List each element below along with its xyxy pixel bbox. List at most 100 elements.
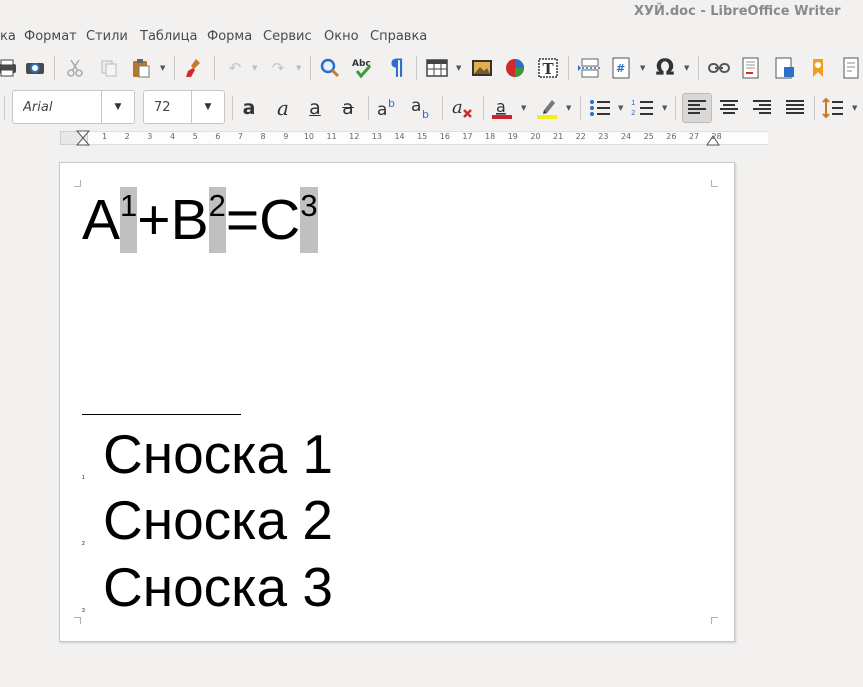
line-spacing-icon[interactable] <box>820 95 846 121</box>
horizontal-ruler[interactable]: 1 2 3 4 5 6 7 8 9 10 11 12 13 14 15 16 17 18 19 20 21 22 23 24 2… <box>60 130 768 146</box>
footnote-text[interactable]: Сноска 1 <box>103 421 333 487</box>
bold-icon[interactable]: a <box>236 95 262 121</box>
standard-toolbar: ▼ ↶ ▼ ↷ ▼ Abc ¶ ▼ T # ▼ Ω ▼ <box>0 48 863 88</box>
menu-item-tools[interactable]: Сервис <box>263 29 312 44</box>
menu-item-table[interactable]: Таблица <box>140 29 198 44</box>
toolbar-separator <box>174 56 175 80</box>
ruler-number: 25 <box>643 132 654 141</box>
ruler-number: 22 <box>575 132 586 141</box>
font-name-dropdown-icon[interactable]: ▼ <box>101 91 134 123</box>
strikethrough-icon[interactable]: a <box>335 95 361 121</box>
formatting-marks-icon[interactable]: ¶ <box>384 55 410 81</box>
undo-dropdown-icon[interactable]: ▼ <box>252 64 257 72</box>
formula-c: C <box>259 188 301 252</box>
formula-paragraph[interactable]: A1+B2=C3 <box>82 187 318 253</box>
footnote-text[interactable]: Сноска 2 <box>103 487 333 553</box>
superscript-icon[interactable]: ab <box>375 95 401 121</box>
insert-page-break-icon[interactable] <box>576 55 602 81</box>
footnote-anchor-2[interactable]: 2 <box>208 187 226 253</box>
insert-field-dropdown-icon[interactable]: ▼ <box>640 64 645 72</box>
insert-endnote-icon[interactable] <box>772 55 798 81</box>
highlight-color-icon[interactable] <box>534 95 560 121</box>
bulleted-list-icon[interactable] <box>587 95 613 121</box>
underline-icon[interactable]: a <box>302 95 328 121</box>
font-color-icon[interactable]: a <box>489 95 515 121</box>
redo-dropdown-icon[interactable]: ▼ <box>296 64 301 72</box>
numbered-list-icon[interactable]: 12 <box>630 95 656 121</box>
ruler-number: 15 <box>417 132 428 141</box>
svg-text:2: 2 <box>631 109 635 117</box>
ruler-number: 3 <box>147 132 153 141</box>
toolbar-separator <box>568 56 569 80</box>
print-icon[interactable] <box>0 55 20 81</box>
special-character-dropdown-icon[interactable]: ▼ <box>684 64 689 72</box>
footnote-mark: 1 <box>82 475 85 481</box>
redo-icon[interactable]: ↷ <box>265 55 291 81</box>
insert-chart-icon[interactable] <box>502 55 528 81</box>
clone-formatting-icon[interactable] <box>182 55 208 81</box>
ruler-number: 6 <box>215 132 221 141</box>
ruler-number: 20 <box>530 132 541 141</box>
toolbar-separator <box>214 56 215 80</box>
insert-field-icon[interactable]: # <box>608 55 634 81</box>
font-size-dropdown-icon[interactable]: ▼ <box>191 91 224 123</box>
ruler-number: 12 <box>349 132 360 141</box>
footnote-anchor-1[interactable]: 1 <box>120 187 138 253</box>
svg-text:T: T <box>543 60 555 78</box>
menu-item-form[interactable]: Форма <box>207 29 252 44</box>
cut-icon[interactable] <box>62 55 88 81</box>
ruler-number: 21 <box>553 132 564 141</box>
svg-text:a: a <box>411 97 421 116</box>
ruler-number: 10 <box>303 132 315 141</box>
insert-table-dropdown-icon[interactable]: ▼ <box>456 64 461 72</box>
insert-textbox-icon[interactable]: T <box>535 55 561 81</box>
font-size-combo[interactable]: ▼ <box>143 90 225 124</box>
insert-table-icon[interactable] <box>424 55 450 81</box>
ruler-number: 14 <box>394 132 405 141</box>
menu-item-help[interactable]: Справка <box>370 29 427 44</box>
first-line-indent-icon[interactable] <box>75 130 91 146</box>
insert-image-icon[interactable] <box>469 55 495 81</box>
font-size-input[interactable] <box>152 99 192 116</box>
print-preview-icon[interactable] <box>22 55 48 81</box>
insert-hyperlink-icon[interactable] <box>706 55 732 81</box>
undo-icon[interactable]: ↶ <box>222 55 248 81</box>
insert-footnote-icon[interactable] <box>738 55 764 81</box>
align-center-icon[interactable] <box>716 95 742 121</box>
menu-item-window[interactable]: Окно <box>324 29 359 44</box>
subscript-icon[interactable]: ab <box>409 95 435 121</box>
svg-text:b: b <box>422 108 429 119</box>
ruler-number: 18 <box>485 132 496 141</box>
font-name-input[interactable] <box>21 99 101 116</box>
document-page[interactable]: A1+B2=C3 1 Сноска 1 2 Сноска 2 3 Сноска … <box>59 162 735 642</box>
svg-text:1: 1 <box>631 99 635 107</box>
ruler-number: 17 <box>462 132 473 141</box>
ruler-number: 28 <box>711 132 722 141</box>
paste-dropdown-icon[interactable]: ▼ <box>160 64 165 72</box>
clear-formatting-icon[interactable]: a <box>450 95 476 121</box>
formula-plus: + <box>137 188 171 252</box>
menu-item-edit[interactable]: ка <box>0 29 16 44</box>
footnote-mark: 2 <box>82 541 85 547</box>
copy-icon[interactable] <box>96 55 122 81</box>
text-boundary-corner <box>74 617 81 624</box>
text-boundary-corner <box>74 180 81 187</box>
special-character-icon[interactable]: Ω <box>652 55 678 81</box>
toolbar-separator <box>54 56 55 80</box>
insert-cross-reference-icon[interactable] <box>838 55 863 81</box>
ruler-number: 27 <box>688 132 700 141</box>
font-name-combo[interactable]: ▼ <box>12 90 135 124</box>
menu-item-styles[interactable]: Стили <box>86 29 128 44</box>
insert-bookmark-icon[interactable] <box>805 55 831 81</box>
spelling-icon[interactable]: Abc <box>350 55 376 81</box>
justify-icon[interactable] <box>782 95 808 121</box>
align-right-icon[interactable] <box>749 95 775 121</box>
paste-icon[interactable] <box>128 55 154 81</box>
menu-item-format[interactable]: Формат <box>24 29 77 44</box>
footnote-anchor-3[interactable]: 3 <box>300 187 318 253</box>
find-replace-icon[interactable] <box>317 55 343 81</box>
align-left-icon[interactable] <box>682 93 712 123</box>
footnote-text[interactable]: Сноска 3 <box>103 554 333 620</box>
italic-icon[interactable]: a <box>270 95 296 121</box>
ruler-number: 24 <box>620 132 632 141</box>
